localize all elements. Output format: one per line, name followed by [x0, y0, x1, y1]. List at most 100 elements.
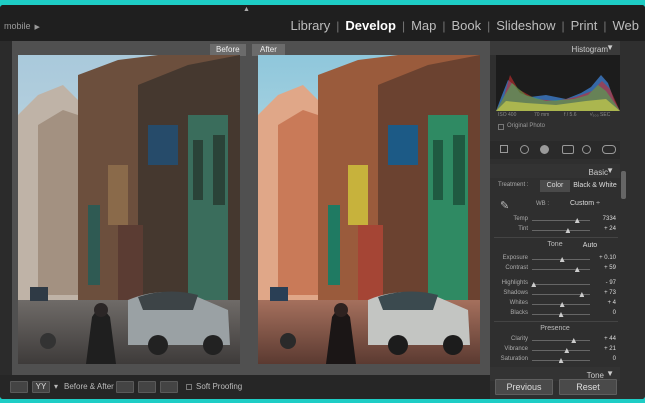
- copy-after-to-before-button[interactable]: [138, 381, 156, 393]
- slider-value[interactable]: + 21: [592, 346, 616, 352]
- histogram-chart: [496, 55, 620, 111]
- slider-thumb[interactable]: [558, 358, 564, 363]
- slider-thumb[interactable]: [574, 267, 580, 272]
- slider-track[interactable]: [532, 292, 590, 297]
- module-print[interactable]: Print: [565, 18, 604, 33]
- slider-track[interactable]: [531, 282, 590, 287]
- view-dropdown-icon[interactable]: ▾: [54, 382, 58, 391]
- wb-preset-value: Custom: [570, 200, 595, 207]
- slider-track[interactable]: [532, 257, 590, 262]
- slider-track[interactable]: [532, 228, 590, 233]
- previous-button[interactable]: Previous: [495, 379, 553, 395]
- slider-track[interactable]: [532, 267, 590, 272]
- slider-value[interactable]: + 59: [592, 265, 616, 271]
- slider-label: Highlights: [501, 280, 528, 286]
- slider-row-exposure: Exposure + 0.10: [490, 254, 620, 264]
- left-panel-collapsed[interactable]: [0, 41, 12, 375]
- slider-label: Vibrance: [504, 346, 528, 352]
- slider-thumb[interactable]: [571, 338, 577, 343]
- slider-value[interactable]: + 4: [592, 300, 616, 306]
- aperture-value: f / 5.6: [564, 112, 577, 118]
- crop-tool-icon[interactable]: [500, 145, 508, 153]
- slider-thumb[interactable]: [579, 292, 585, 297]
- slider-thumb[interactable]: [559, 257, 565, 262]
- focal-length-value: 70 mm: [534, 112, 550, 118]
- slider-label: Tint: [518, 226, 528, 232]
- reset-button[interactable]: Reset: [559, 379, 617, 395]
- module-map[interactable]: Map: [405, 18, 442, 33]
- slider-label: Clarity: [510, 336, 528, 342]
- expand-arrow-icon[interactable]: ▶: [35, 24, 40, 31]
- slider-value[interactable]: 0: [592, 356, 616, 362]
- divider: [494, 321, 618, 322]
- radial-filter-icon[interactable]: [582, 145, 591, 154]
- slider-label: Temp: [513, 216, 528, 222]
- slider-value[interactable]: + 24: [592, 226, 616, 232]
- bottom-toolbar: YY ▾ Before & After : Soft Proofing: [0, 375, 490, 399]
- adjustment-brush-icon[interactable]: [602, 145, 616, 154]
- treatment-bw-option[interactable]: Black & White: [572, 180, 618, 192]
- copy-before-to-after-button[interactable]: [116, 381, 134, 393]
- slider-track[interactable]: [532, 348, 590, 353]
- module-book[interactable]: Book: [445, 18, 487, 33]
- slider-track[interactable]: [532, 338, 590, 343]
- slider-row-tint: Tint + 24: [490, 225, 620, 235]
- original-photo-checkbox[interactable]: [498, 124, 504, 130]
- module-slideshow[interactable]: Slideshow: [490, 18, 561, 33]
- histogram-title: Histogram ▼: [571, 43, 614, 54]
- slider-value[interactable]: - 97: [592, 280, 616, 286]
- collapse-top-icon[interactable]: ▲: [243, 6, 250, 13]
- right-panel: Histogram ▼ ISO 400 70 mm f / 5.6 ¹⁄₅₀₀ …: [490, 41, 645, 399]
- slider-thumb[interactable]: [531, 282, 537, 287]
- after-photo[interactable]: [258, 55, 480, 364]
- photo-viewer: Before After: [12, 41, 490, 375]
- identity-plate: mobile ▶: [4, 21, 40, 31]
- slider-thumb[interactable]: [559, 302, 565, 307]
- slider-value[interactable]: 7334: [592, 216, 616, 222]
- slider-value[interactable]: 0: [592, 310, 616, 316]
- shutter-value: ¹⁄₅₀₀ SEC: [590, 112, 611, 118]
- auto-tone-button[interactable]: Auto: [578, 240, 602, 252]
- soft-proofing-checkbox[interactable]: [186, 384, 192, 390]
- treatment-color-option[interactable]: Color: [540, 180, 570, 192]
- iso-value: ISO 400: [498, 112, 517, 118]
- slider-value[interactable]: + 73: [592, 290, 616, 296]
- slider-row-contrast: Contrast + 59: [490, 264, 620, 274]
- module-library[interactable]: Library: [284, 18, 336, 33]
- slider-row-whites: Whites + 4: [490, 299, 620, 309]
- module-web[interactable]: Web: [607, 18, 645, 33]
- graduated-filter-icon[interactable]: [562, 145, 574, 154]
- white-balance-picker-icon[interactable]: ✎: [500, 199, 510, 212]
- slider-track[interactable]: [532, 302, 590, 307]
- histogram-header[interactable]: Histogram ▼: [490, 41, 620, 55]
- slider-label: Whites: [509, 300, 528, 306]
- slider-track[interactable]: [532, 312, 590, 317]
- slider-thumb[interactable]: [564, 348, 570, 353]
- spot-removal-tool-icon[interactable]: [520, 145, 529, 154]
- slider-value[interactable]: + 0.10: [592, 255, 616, 261]
- swap-before-after-button[interactable]: [160, 381, 178, 393]
- red-eye-tool-icon[interactable]: [540, 145, 549, 154]
- wb-preset-dropdown[interactable]: Custom ÷: [570, 200, 600, 207]
- basic-header[interactable]: Basic ▼: [490, 164, 620, 178]
- slider-thumb[interactable]: [558, 312, 564, 317]
- slider-label: Blacks: [510, 310, 528, 316]
- slider-label: Contrast: [505, 265, 528, 271]
- wb-label: WB :: [536, 201, 549, 207]
- before-after-view-button[interactable]: YY: [32, 381, 50, 393]
- slider-row-shadows: Shadows + 73: [490, 289, 620, 299]
- loupe-view-button[interactable]: [10, 381, 28, 393]
- slider-track[interactable]: [532, 218, 590, 223]
- module-develop[interactable]: Develop: [339, 18, 402, 33]
- slider-label: Shadows: [503, 290, 528, 296]
- slider-thumb[interactable]: [574, 218, 580, 223]
- slider-row-blacks: Blacks 0: [490, 309, 620, 319]
- slider-row-vibrance: Vibrance + 21: [490, 345, 620, 355]
- before-after-label: Before & After :: [64, 382, 119, 391]
- tone-curve-title: Tone Curve ▼: [586, 369, 614, 389]
- slider-thumb[interactable]: [565, 228, 571, 233]
- slider-track[interactable]: [532, 358, 590, 363]
- slider-value[interactable]: + 44: [592, 336, 616, 342]
- panel-scrollbar[interactable]: [621, 171, 626, 199]
- before-photo[interactable]: [18, 55, 240, 364]
